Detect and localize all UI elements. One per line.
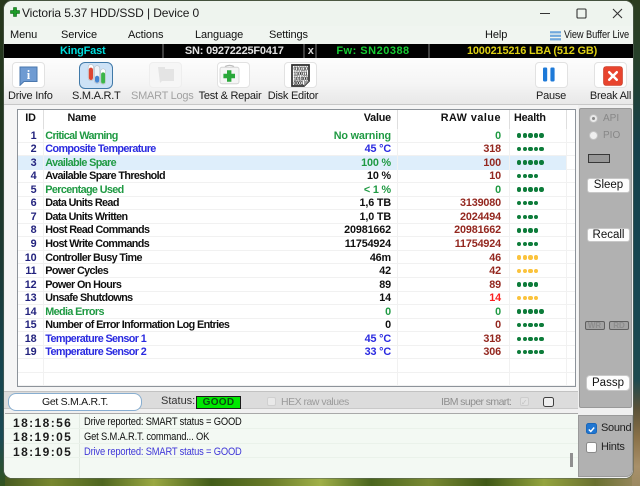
svg-text:i: i (27, 68, 31, 82)
svg-text:0001: 0001 (294, 81, 304, 87)
